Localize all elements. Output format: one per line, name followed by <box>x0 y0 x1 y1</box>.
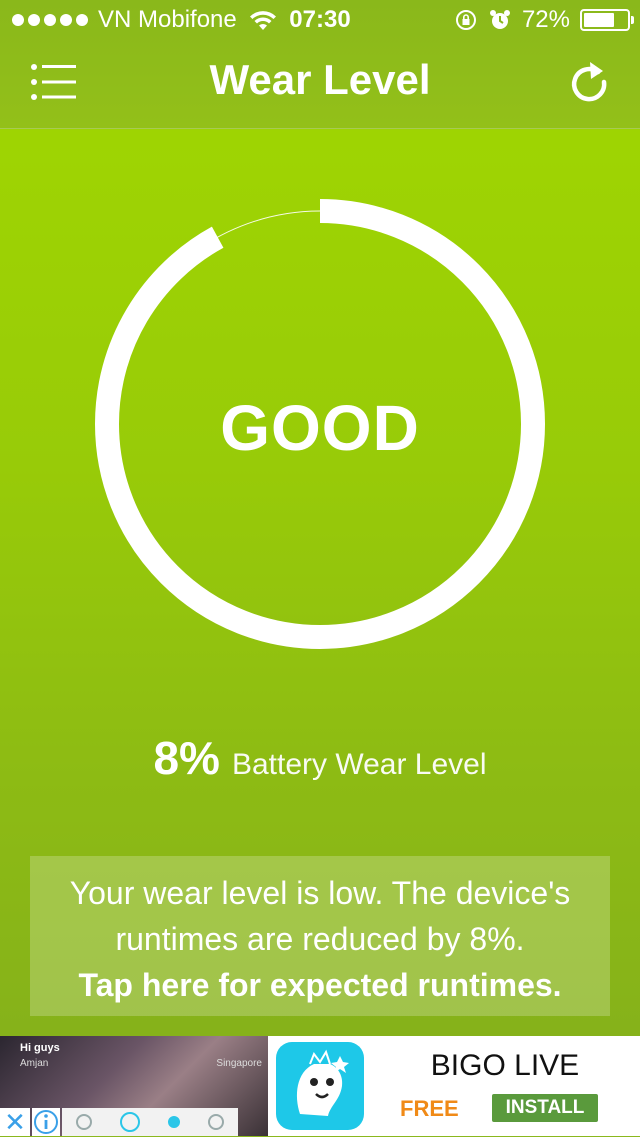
info-icon <box>34 1110 58 1134</box>
ad-app-name: BIGO LIVE <box>430 1049 580 1082</box>
alarm-icon <box>489 10 510 29</box>
battery-icon <box>580 9 634 31</box>
wear-percent: 8% <box>153 732 220 784</box>
wear-level-screen: VN Mobifone 07:30 72% Wear Level GOOD 8%… <box>0 0 640 1036</box>
refresh-button[interactable] <box>568 58 612 106</box>
wear-status-label: GOOD <box>220 392 420 464</box>
record-icon <box>120 1112 140 1132</box>
ad-media-greeting: Hi guys <box>20 1042 60 1054</box>
expected-runtimes-banner[interactable]: Your wear level is low. The device's run… <box>30 856 610 1016</box>
status-bar: VN Mobifone 07:30 72% <box>0 0 640 40</box>
close-icon: ✕ <box>4 1107 26 1137</box>
battery-fill <box>584 13 615 27</box>
ad-media-user: Amjan <box>20 1058 49 1069</box>
ad-media-toolbar <box>62 1108 238 1136</box>
page-title: Wear Level <box>209 56 431 103</box>
info-line-1: Your wear level is low. The device's <box>69 875 571 911</box>
ad-banner[interactable]: Hi guys Amjan Singapore ✕ BIGO LIVE FREE… <box>0 1036 640 1136</box>
ad-price: FREE <box>400 1096 459 1121</box>
play-icon <box>168 1116 180 1128</box>
install-button[interactable]: INSTALL <box>492 1094 598 1122</box>
eye-icon <box>76 1114 92 1130</box>
ad-info-button[interactable] <box>32 1108 60 1136</box>
info-line-2: runtimes are reduced by 8%. <box>115 921 525 957</box>
rotation-lock-icon <box>455 10 476 30</box>
wear-level-summary: 8% Battery Wear Level <box>0 728 640 800</box>
user-icon <box>208 1114 224 1130</box>
wear-label: Battery Wear Level <box>231 748 487 781</box>
expected-runtimes-link[interactable]: Tap here for expected runtimes. <box>30 962 610 1008</box>
battery-percent: 72% <box>521 6 570 33</box>
ad-media-location: Singapore <box>216 1058 262 1069</box>
ad-close-button[interactable]: ✕ <box>0 1108 30 1136</box>
bigo-live-logo <box>270 1036 370 1136</box>
refresh-icon <box>571 62 607 102</box>
status-bar-right: 72% <box>454 0 634 40</box>
